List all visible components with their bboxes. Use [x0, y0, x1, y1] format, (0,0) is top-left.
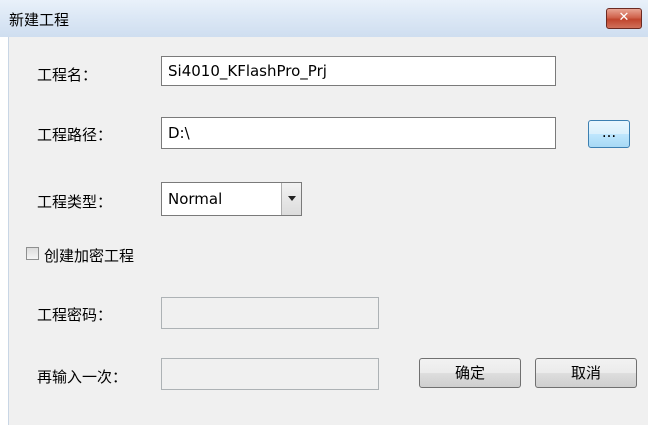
password-label: 工程密码： — [37, 306, 113, 324]
confirm-password-input[interactable] — [161, 358, 379, 390]
close-button[interactable]: ✕ — [606, 8, 642, 29]
ok-button[interactable]: 确定 — [419, 358, 521, 388]
browse-button[interactable]: ... — [588, 120, 630, 148]
cancel-button-label: 取消 — [570, 364, 601, 382]
close-icon: ✕ — [618, 10, 630, 25]
dropdown-button[interactable] — [281, 183, 301, 215]
password-input[interactable] — [161, 297, 379, 329]
chevron-down-icon — [288, 196, 296, 201]
encrypt-checkbox[interactable] — [26, 247, 39, 260]
dialog-title: 新建工程 — [9, 11, 70, 29]
ok-button-label: 确定 — [454, 364, 485, 382]
project-type-value: Normal — [168, 190, 223, 208]
encrypt-checkbox-label[interactable]: 创建加密工程 — [44, 245, 134, 266]
title-bar: 新建工程 ✕ — [0, 0, 648, 37]
project-path-input[interactable] — [161, 117, 556, 149]
browse-button-label: ... — [601, 123, 617, 141]
project-name-label: 工程名： — [37, 66, 98, 84]
project-path-label: 工程路径： — [37, 126, 113, 144]
project-type-label: 工程类型： — [37, 193, 113, 211]
new-project-dialog: 新建工程 ✕ 工程名： 工程路径： ... 工程类型： Normal 创建加密工… — [0, 0, 648, 425]
cancel-button[interactable]: 取消 — [535, 358, 637, 388]
project-name-input[interactable] — [161, 56, 556, 86]
project-type-select[interactable]: Normal — [161, 182, 302, 216]
confirm-password-label: 再输入一次： — [37, 368, 128, 386]
